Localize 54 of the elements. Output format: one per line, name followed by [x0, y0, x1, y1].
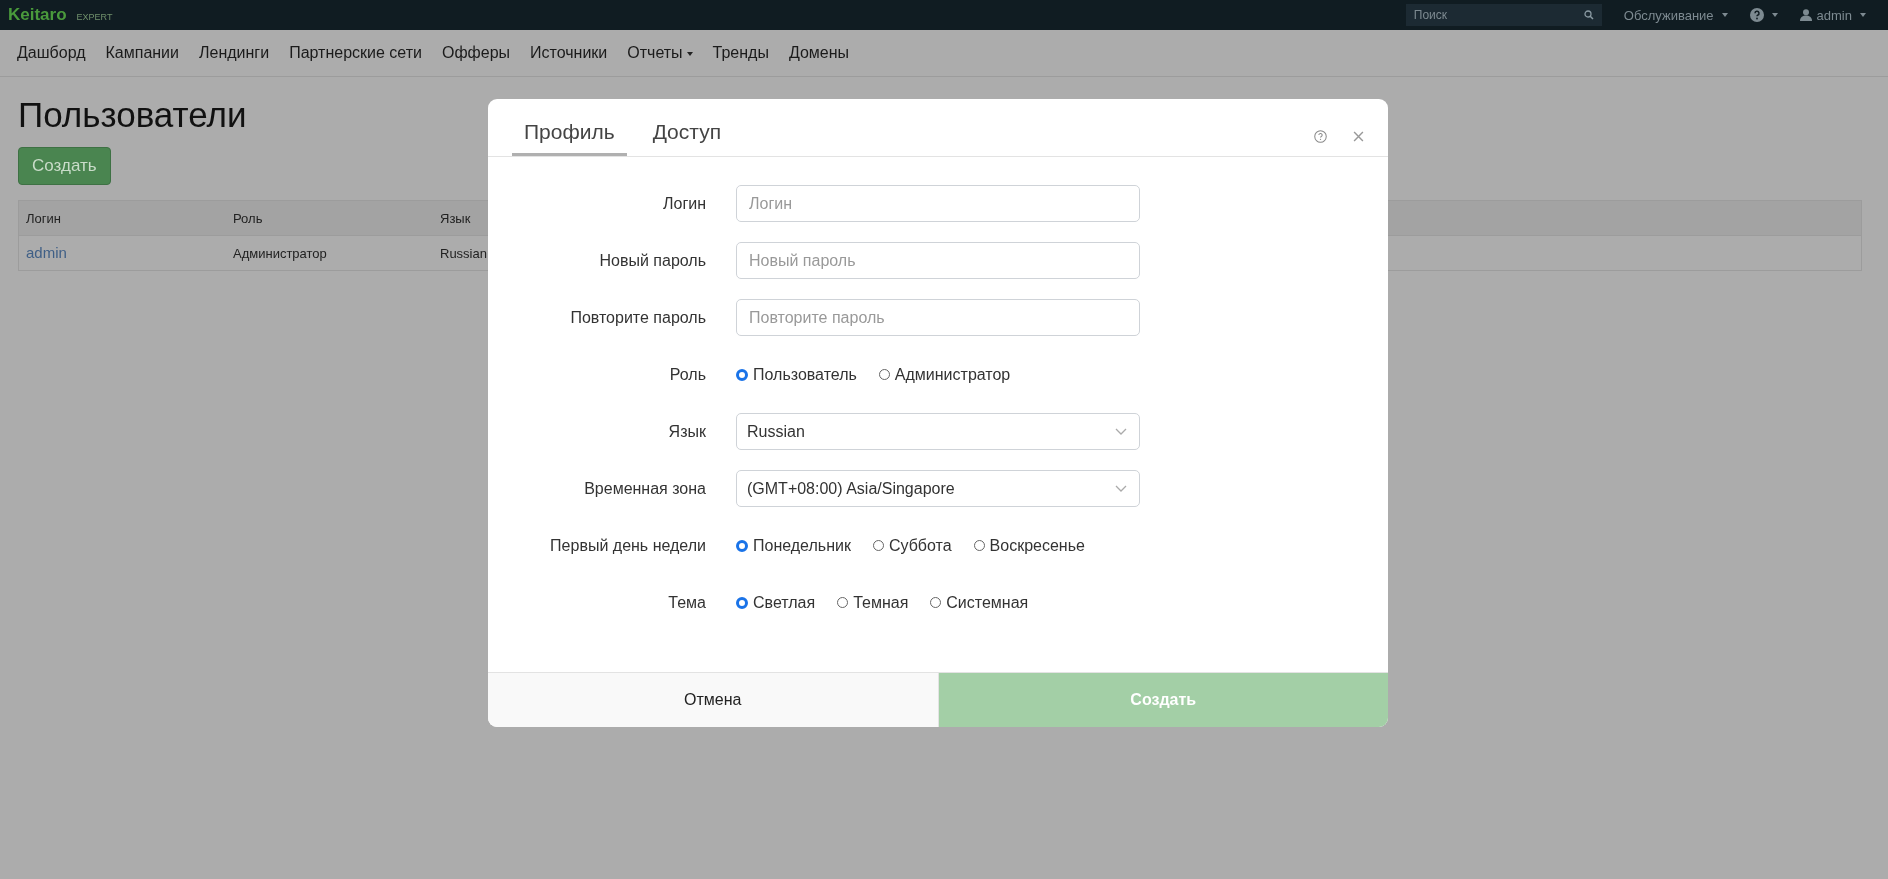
radio-option[interactable]: Суббота [872, 536, 952, 555]
field-label: Временная зона [583, 479, 707, 498]
radio-option[interactable]: Администратор [878, 365, 1011, 384]
table-cell: Russian [440, 246, 487, 261]
nav-link[interactable]: Кампании [105, 44, 179, 62]
user-icon [1799, 9, 1812, 21]
radio-option[interactable]: Пользователь [736, 365, 857, 384]
nav-link[interactable]: Отчеты [627, 44, 693, 62]
field-label: Тема [667, 593, 707, 612]
nav-link[interactable]: Тренды [712, 44, 769, 62]
radio-button[interactable] [736, 596, 748, 609]
radio-option[interactable]: Светлая [736, 593, 816, 612]
help-icon[interactable] [1314, 130, 1327, 143]
help-menu[interactable] [1749, 8, 1778, 22]
help-icon [1749, 8, 1764, 22]
edition-label: EXPERT [76, 12, 113, 22]
user-menu[interactable]: admin [1799, 7, 1866, 23]
field-label: Повторите пароль [569, 308, 707, 327]
field-label: Первый день недели [549, 536, 707, 555]
text-field[interactable]: Логин [736, 185, 1140, 222]
dialog-tab[interactable]: Доступ [640, 120, 734, 156]
field-label: Логин [662, 194, 707, 213]
logo[interactable]: Keitaro [8, 5, 67, 25]
nav-link[interactable]: Дашборд [17, 44, 86, 62]
text-field[interactable]: Повторите пароль [736, 299, 1140, 336]
column-header[interactable]: Роль [226, 210, 433, 226]
table-cell: Администратор [233, 246, 327, 261]
radio-button[interactable] [736, 539, 748, 552]
radio-option[interactable]: Понедельник [736, 536, 851, 555]
nav-link[interactable]: Партнерские сети [289, 44, 422, 62]
radio-option[interactable]: Системная [930, 593, 1029, 612]
radio-option[interactable]: Темная [837, 593, 909, 612]
radio-option[interactable]: Воскресенье [973, 536, 1085, 555]
nav-link[interactable]: Домены [788, 44, 850, 62]
dropdown-field[interactable]: (GMT+08:00) Asia/Singapore [736, 470, 1140, 507]
cancel-button[interactable]: Отмена [488, 673, 939, 727]
dropdown-field[interactable]: Russian [736, 413, 1140, 450]
chevron-icon [1115, 428, 1127, 435]
dialog-tab[interactable]: Профиль [512, 120, 627, 156]
nav-link[interactable]: Источники [530, 44, 608, 62]
search-icon [1583, 10, 1594, 20]
field-label: Роль [668, 365, 707, 384]
service-menu[interactable]: Обслуживание [1623, 7, 1728, 23]
field-label: Язык [667, 422, 707, 441]
radio-button[interactable] [736, 368, 748, 381]
page-title: Пользователи [18, 95, 247, 135]
close-icon[interactable] [1353, 131, 1364, 142]
chevron-icon [1115, 485, 1127, 492]
column-header[interactable]: Логин [19, 210, 226, 226]
nav-link[interactable]: Лендинги [199, 44, 270, 62]
text-field[interactable]: Новый пароль [736, 242, 1140, 279]
field-label: Новый пароль [598, 251, 707, 270]
search-field[interactable]: Поиск [1405, 4, 1602, 26]
nav-link[interactable]: Офферы [441, 44, 511, 62]
